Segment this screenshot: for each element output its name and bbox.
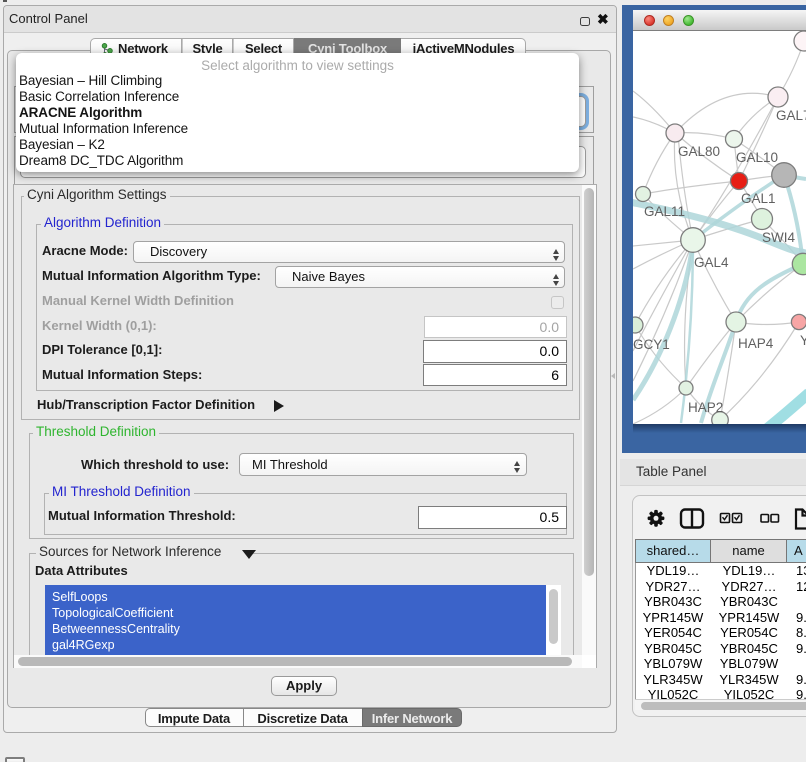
svg-text:HAP2: HAP2: [688, 400, 723, 415]
svg-text:GAL11: GAL11: [644, 204, 685, 219]
svg-text:GAL80: GAL80: [678, 144, 720, 159]
svg-text:GCY1: GCY1: [633, 337, 670, 352]
svg-text:SWI4: SWI4: [762, 230, 795, 245]
svg-text:GAL7: GAL7: [776, 108, 806, 123]
svg-text:GAL4: GAL4: [694, 255, 729, 270]
svg-text:HAP4: HAP4: [738, 336, 774, 351]
svg-text:GAL10: GAL10: [736, 150, 778, 165]
svg-text:Y: Y: [800, 333, 806, 348]
svg-text:GAL1: GAL1: [741, 191, 776, 206]
